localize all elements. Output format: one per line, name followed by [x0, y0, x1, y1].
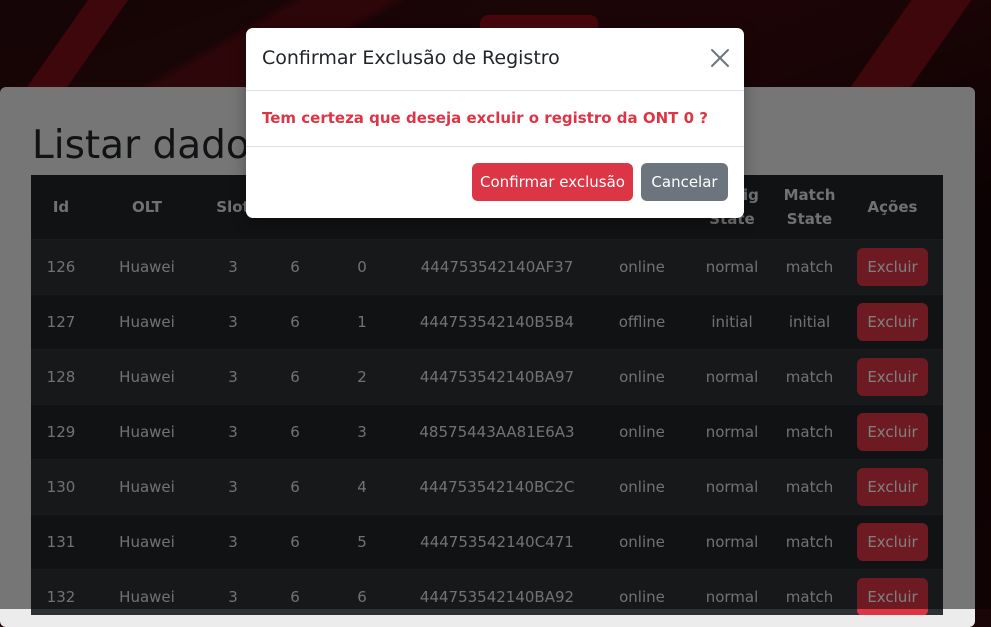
modal-footer: Confirmar exclusão Cancelar [246, 147, 744, 217]
modal-header: Confirmar Exclusão de Registro [246, 28, 744, 91]
close-icon[interactable] [708, 46, 732, 70]
confirm-delete-modal: Confirmar Exclusão de Registro Tem certe… [246, 28, 744, 218]
cancel-button[interactable]: Cancelar [641, 163, 728, 201]
confirm-delete-button[interactable]: Confirmar exclusão [472, 163, 633, 201]
modal-title: Confirmar Exclusão de Registro [262, 47, 560, 69]
modal-message: Tem certeza que deseja excluir o registr… [262, 109, 708, 127]
modal-body: Tem certeza que deseja excluir o registr… [246, 91, 744, 147]
